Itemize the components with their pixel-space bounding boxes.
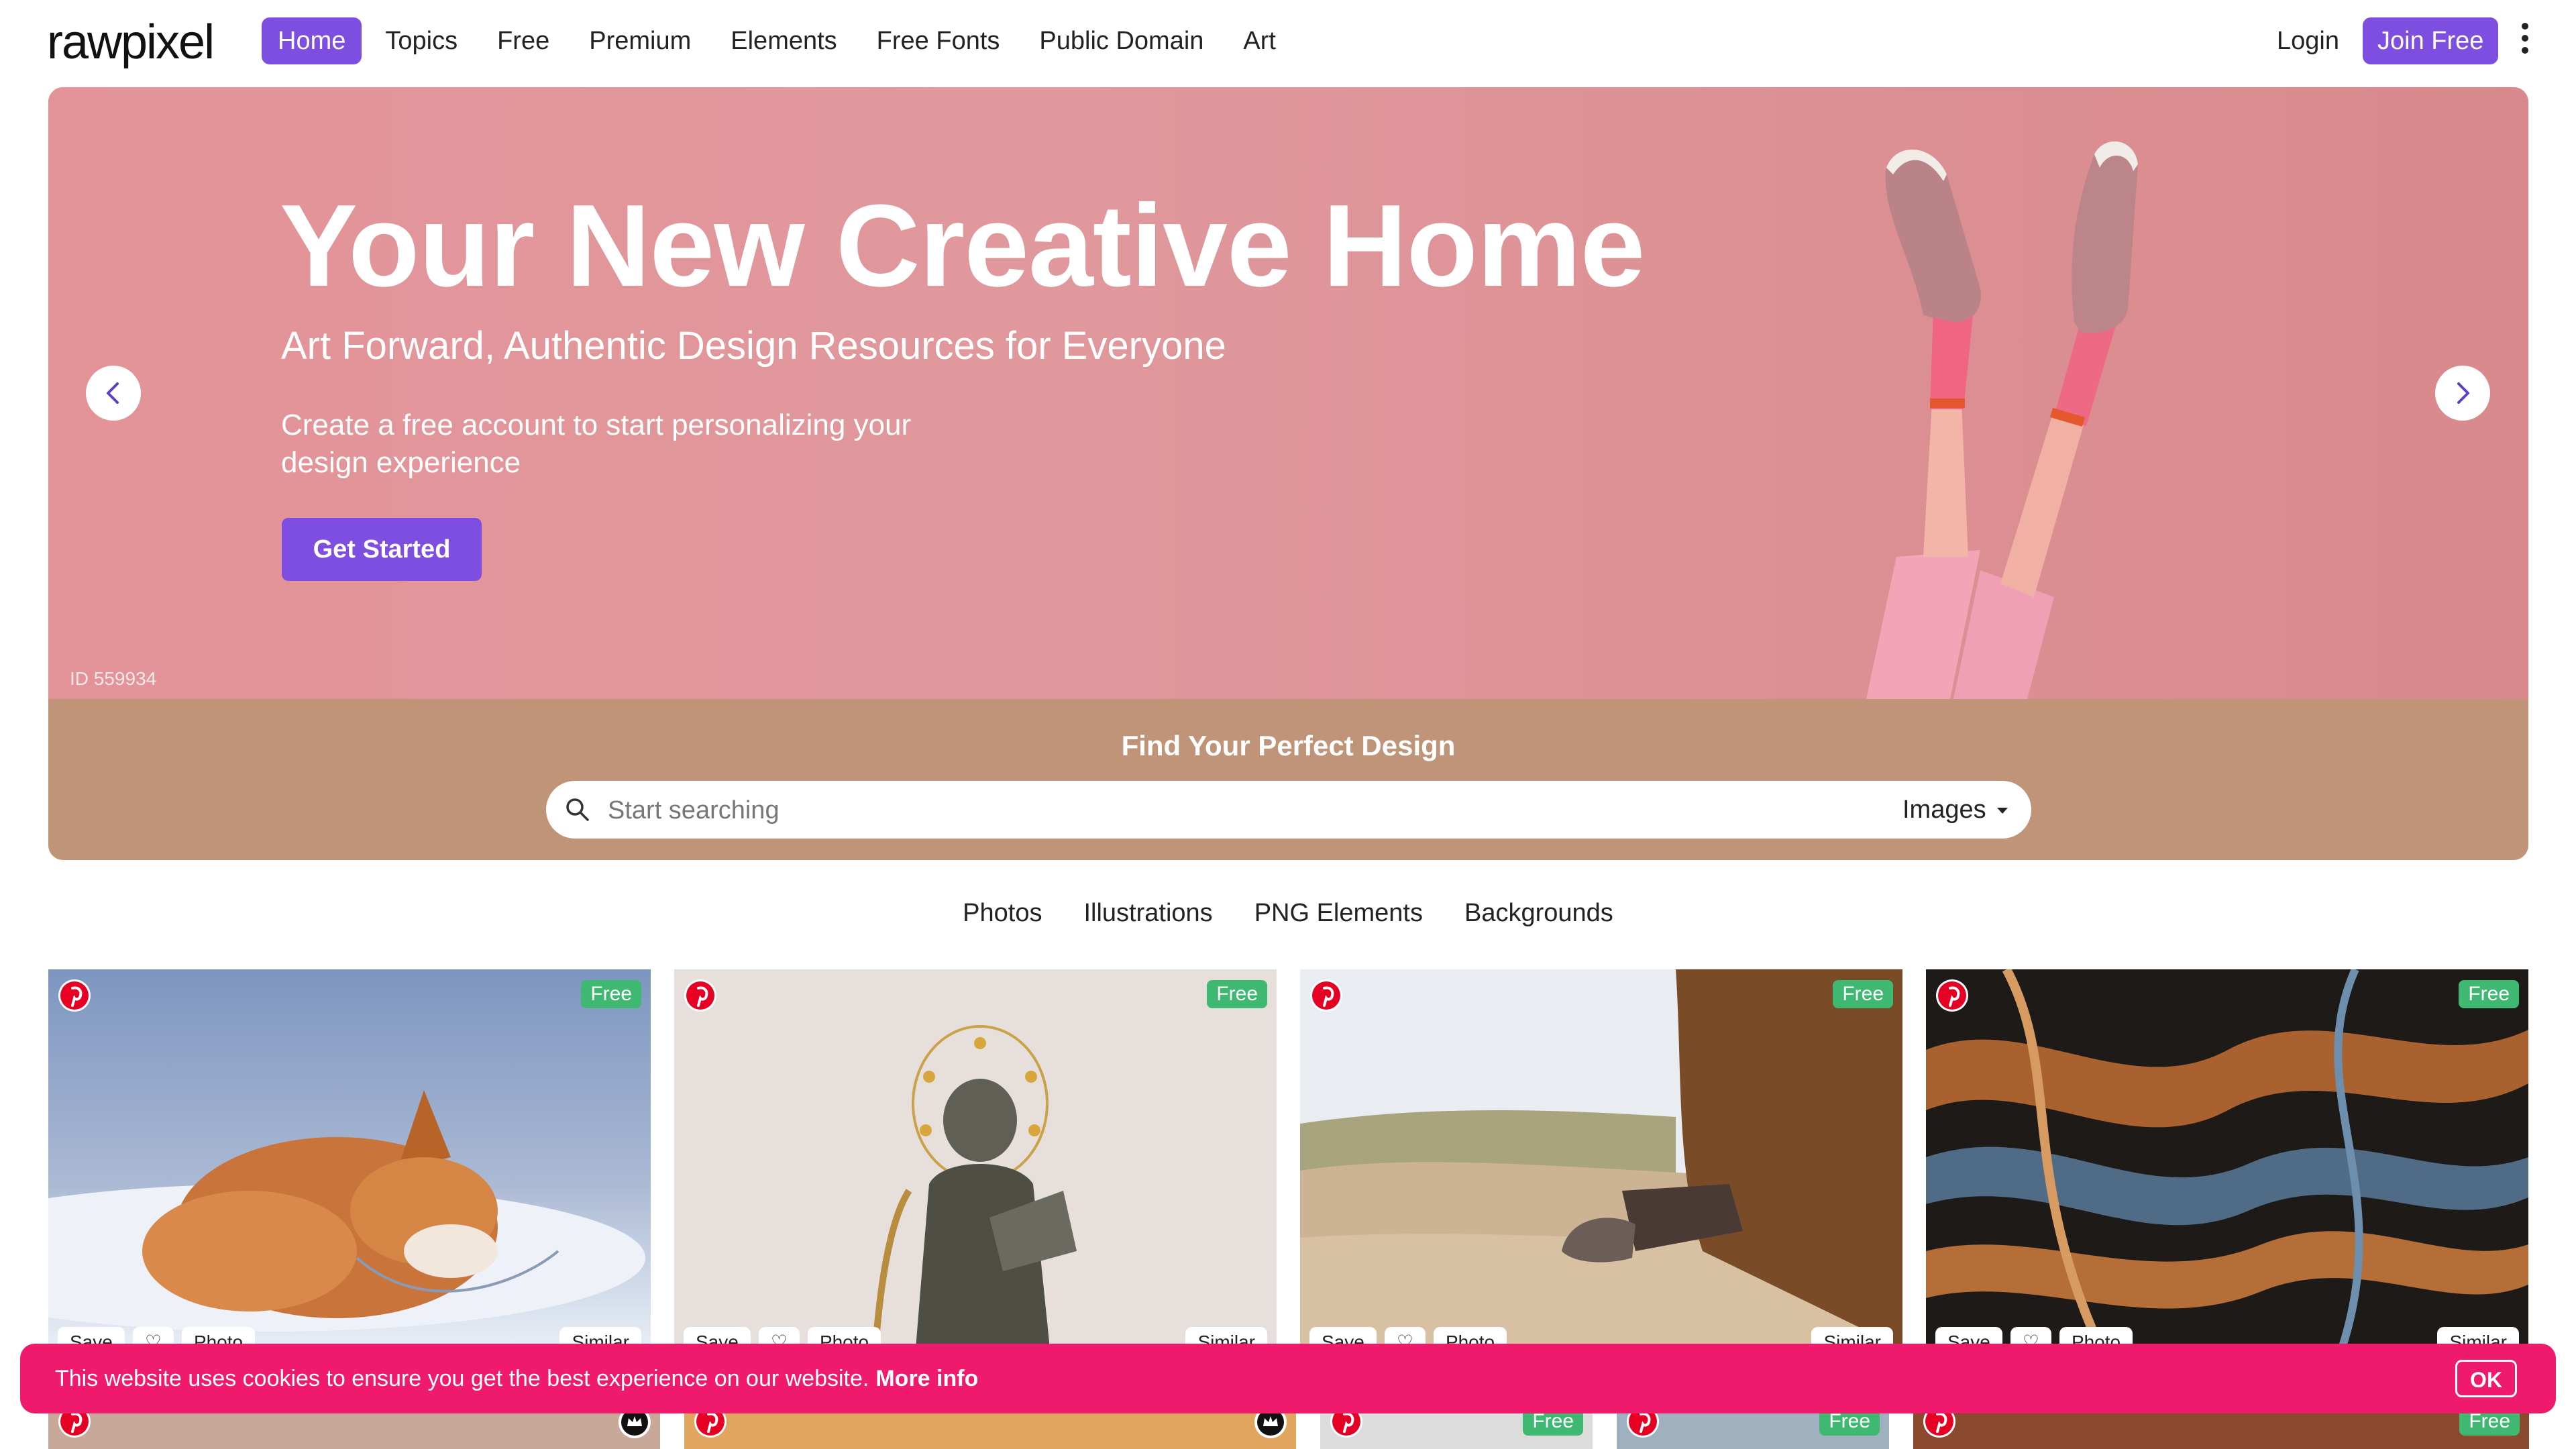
- fox-in-snow-photo: [48, 969, 651, 1348]
- tab-photos[interactable]: Photos: [963, 899, 1042, 928]
- search-heading: Find Your Perfect Design: [1121, 730, 1456, 761]
- tab-png-elements[interactable]: PNG Elements: [1254, 899, 1423, 928]
- more-options-icon[interactable]: [2517, 23, 2533, 59]
- chevron-left-icon: [107, 382, 119, 404]
- image-card-fox[interactable]: Free Save ♡ Photo Similar: [48, 969, 651, 1348]
- hero-description: Create a free account to start personali…: [281, 409, 912, 479]
- login-link[interactable]: Login: [2277, 17, 2339, 64]
- cookie-text: This website uses cookies to ensure you …: [55, 1366, 869, 1391]
- free-badge: Free: [1833, 980, 1893, 1008]
- category-tabs: Photos Illustrations PNG Elements Backgr…: [0, 899, 2576, 928]
- image-card-dunes[interactable]: Free Save ♡ Photo Similar: [1300, 969, 1902, 1348]
- cookie-message: This website uses cookies to ensure you …: [55, 1344, 978, 1413]
- carousel-next-button[interactable]: [2435, 366, 2490, 421]
- search-type-dropdown[interactable]: Images: [1902, 781, 2008, 839]
- join-free-button[interactable]: Join Free: [2363, 17, 2499, 64]
- nav-free[interactable]: Free: [481, 17, 566, 64]
- nav-premium[interactable]: Premium: [573, 17, 707, 64]
- pinterest-icon[interactable]: [1935, 979, 1969, 1012]
- nav-elements[interactable]: Elements: [714, 17, 853, 64]
- chevron-right-icon: [2457, 382, 2469, 404]
- free-badge: Free: [581, 980, 641, 1008]
- nav-public-domain[interactable]: Public Domain: [1023, 17, 1220, 64]
- search-input[interactable]: [606, 781, 1817, 840]
- hero-banner: Your New Creative Home Art Forward, Auth…: [48, 87, 2528, 699]
- free-badge: Free: [1207, 980, 1267, 1008]
- nav-topics[interactable]: Topics: [369, 17, 474, 64]
- tab-illustrations[interactable]: Illustrations: [1083, 899, 1212, 928]
- saint-statue-photo: [674, 969, 1277, 1348]
- running-on-dunes-photo: [1300, 969, 1902, 1348]
- carousel-prev-button[interactable]: [86, 366, 141, 421]
- cookie-ok-button[interactable]: OK: [2455, 1360, 2517, 1397]
- twisted-wood-photo: [1926, 969, 2528, 1348]
- search-icon: [566, 798, 589, 821]
- nav-art[interactable]: Art: [1227, 17, 1292, 64]
- hero-section: Your New Creative Home Art Forward, Auth…: [48, 87, 2528, 860]
- pinterest-icon[interactable]: [58, 979, 91, 1012]
- nav-free-fonts[interactable]: Free Fonts: [861, 17, 1016, 64]
- cookie-banner: This website uses cookies to ensure you …: [20, 1344, 2556, 1413]
- top-navigation: rawpixel Home Topics Free Premium Elemen…: [0, 0, 2576, 82]
- more-info-link[interactable]: More info: [875, 1366, 978, 1391]
- tab-backgrounds[interactable]: Backgrounds: [1464, 899, 1613, 928]
- hero-legs-illustration: [1866, 141, 2138, 699]
- search-bar: Images: [546, 781, 2031, 840]
- image-card-wood[interactable]: Free Save ♡ Photo Similar: [1926, 969, 2528, 1348]
- hero-image-id: ID 559934: [70, 668, 157, 689]
- get-started-button[interactable]: Get Started: [282, 518, 482, 581]
- free-badge: Free: [2459, 980, 2519, 1008]
- nav-home[interactable]: Home: [262, 17, 362, 64]
- search-type-label: Images: [1902, 796, 1986, 824]
- hero-subtitle: Art Forward, Authentic Design Resources …: [281, 324, 1226, 368]
- caret-down-icon: [1996, 808, 2008, 814]
- image-card-statue[interactable]: Free Save ♡ Photo Similar: [674, 969, 1277, 1348]
- pinterest-icon[interactable]: [684, 979, 717, 1012]
- hero-title: Your New Creative Home: [280, 180, 1645, 311]
- rawpixel-logo[interactable]: rawpixel: [47, 15, 215, 70]
- pinterest-icon[interactable]: [1309, 979, 1343, 1012]
- main-menu: Home Topics Free Premium Elements Free F…: [262, 17, 1299, 64]
